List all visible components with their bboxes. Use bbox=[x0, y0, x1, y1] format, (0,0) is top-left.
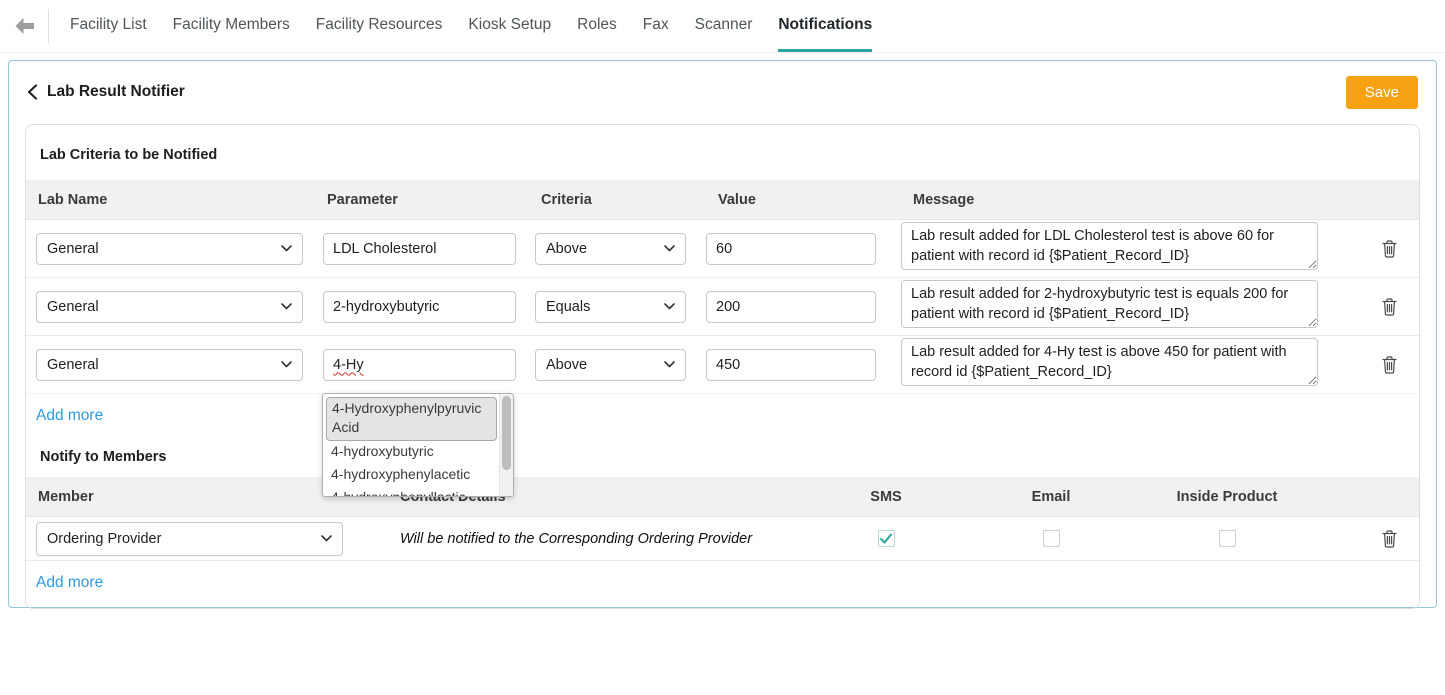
lab-name-select[interactable]: General bbox=[36, 233, 303, 265]
message-textarea[interactable]: Lab result added for 4-Hy test is above … bbox=[901, 338, 1318, 386]
value-input[interactable] bbox=[706, 291, 876, 323]
message-textarea[interactable]: Lab result added for LDL Cholesterol tes… bbox=[901, 222, 1318, 270]
criteria-selected-value: Equals bbox=[546, 299, 590, 315]
nav-divider bbox=[48, 9, 49, 43]
autocomplete-option-highlighted[interactable]: 4-Hydroxyphenylpyruvic Acid bbox=[326, 397, 497, 442]
tab-facility-members[interactable]: Facility Members bbox=[173, 0, 290, 52]
tab-notifications[interactable]: Notifications bbox=[778, 0, 872, 52]
trash-icon[interactable] bbox=[1382, 240, 1397, 258]
notify-members-table: Member Contact Details SMS Email Inside … bbox=[26, 477, 1419, 561]
notifier-form-card: Lab Criteria to be Notified Lab Name Par… bbox=[25, 124, 1420, 609]
autocomplete-option[interactable]: 4-hydroxyphenyllactic bbox=[326, 487, 497, 496]
notify-member-row-1: Ordering Provider Will be notified to th… bbox=[26, 517, 1419, 561]
value-input[interactable] bbox=[706, 349, 876, 381]
add-more-members-link[interactable]: Add more bbox=[36, 574, 103, 592]
tab-fax[interactable]: Fax bbox=[643, 0, 669, 52]
top-navigation: Facility List Facility Members Facility … bbox=[0, 0, 1445, 53]
lab-name-selected-value: General bbox=[47, 299, 99, 315]
lab-criteria-table-header: Lab Name Parameter Criteria Value Messag… bbox=[26, 180, 1419, 220]
parameter-input[interactable] bbox=[323, 233, 516, 265]
chevron-down-icon bbox=[281, 245, 292, 252]
parameter-input[interactable] bbox=[323, 291, 516, 323]
parameter-autocomplete-dropdown: 4-Hydroxyphenylpyruvic Acid 4-hydroxybut… bbox=[322, 393, 514, 497]
tab-scanner[interactable]: Scanner bbox=[695, 0, 753, 52]
page-header: Lab Result Notifier Save bbox=[25, 74, 1420, 110]
tab-facility-resources[interactable]: Facility Resources bbox=[316, 0, 443, 52]
nav-tabs: Facility List Facility Members Facility … bbox=[57, 0, 885, 52]
col-email: Email bbox=[936, 489, 1166, 505]
chevron-down-icon bbox=[664, 245, 675, 252]
tab-roles[interactable]: Roles bbox=[577, 0, 617, 52]
criteria-selected-value: Above bbox=[546, 241, 587, 257]
lab-name-select[interactable]: General bbox=[36, 349, 303, 381]
lab-name-selected-value: General bbox=[47, 357, 99, 373]
col-sms: SMS bbox=[836, 489, 936, 505]
autocomplete-list: 4-Hydroxyphenylpyruvic Acid 4-hydroxybut… bbox=[323, 394, 499, 496]
page-title: Lab Result Notifier bbox=[47, 83, 185, 101]
lab-criteria-row-1: General Above Lab re bbox=[26, 220, 1419, 278]
criteria-selected-value: Above bbox=[546, 357, 587, 373]
trash-icon[interactable] bbox=[1382, 356, 1397, 374]
chevron-down-icon bbox=[281, 361, 292, 368]
criteria-select[interactable]: Above bbox=[535, 233, 686, 265]
chevron-down-icon bbox=[281, 303, 292, 310]
scrollbar-thumb[interactable] bbox=[502, 396, 511, 470]
value-input[interactable] bbox=[706, 233, 876, 265]
col-inside-product: Inside Product bbox=[1166, 489, 1288, 505]
lab-name-select[interactable]: General bbox=[36, 291, 303, 323]
lab-result-notifier-panel: Lab Result Notifier Save Lab Criteria to… bbox=[8, 60, 1437, 608]
criteria-select[interactable]: Above bbox=[535, 349, 686, 381]
member-selected-value: Ordering Provider bbox=[47, 531, 161, 547]
col-message: Message bbox=[901, 192, 1321, 208]
contact-details-note: Will be notified to the Corresponding Or… bbox=[400, 531, 752, 547]
col-lab-name: Lab Name bbox=[26, 192, 323, 208]
trash-icon[interactable] bbox=[1382, 298, 1397, 316]
notify-members-heading: Notify to Members bbox=[40, 449, 1419, 465]
lab-criteria-heading: Lab Criteria to be Notified bbox=[40, 147, 1419, 163]
notify-members-table-header: Member Contact Details SMS Email Inside … bbox=[26, 477, 1419, 517]
inside-product-checkbox[interactable] bbox=[1219, 530, 1236, 547]
lab-criteria-table: Lab Name Parameter Criteria Value Messag… bbox=[26, 180, 1419, 394]
criteria-select[interactable]: Equals bbox=[535, 291, 686, 323]
add-more-criteria-link[interactable]: Add more bbox=[36, 407, 103, 425]
tab-facility-list[interactable]: Facility List bbox=[70, 0, 147, 52]
trash-icon[interactable] bbox=[1382, 530, 1397, 548]
member-select[interactable]: Ordering Provider bbox=[36, 522, 343, 556]
chevron-down-icon bbox=[321, 535, 332, 542]
autocomplete-option[interactable]: 4-hydroxybutyric bbox=[326, 441, 497, 464]
col-criteria: Criteria bbox=[535, 192, 706, 208]
lab-criteria-row-3: General 4-Hy 4-Hydroxyphenylpyruvic Acid… bbox=[26, 336, 1419, 394]
page-background bbox=[0, 608, 1445, 694]
col-value: Value bbox=[706, 192, 901, 208]
message-textarea[interactable]: Lab result added for 2-hydroxybutyric te… bbox=[901, 280, 1318, 328]
back-chevron-icon[interactable] bbox=[27, 84, 38, 100]
save-button[interactable]: Save bbox=[1346, 76, 1418, 109]
parameter-input[interactable]: 4-Hy bbox=[323, 349, 516, 381]
lab-name-selected-value: General bbox=[47, 241, 99, 257]
col-parameter: Parameter bbox=[323, 192, 535, 208]
chevron-down-icon bbox=[664, 303, 675, 310]
chevron-down-icon bbox=[664, 361, 675, 368]
autocomplete-option[interactable]: 4-hydroxyphenylacetic bbox=[326, 464, 497, 487]
back-arrow-icon[interactable] bbox=[0, 0, 48, 52]
lab-criteria-row-2: General Equals Lab r bbox=[26, 278, 1419, 336]
tab-kiosk-setup[interactable]: Kiosk Setup bbox=[468, 0, 551, 52]
email-checkbox[interactable] bbox=[1043, 530, 1060, 547]
parameter-typed-text: 4-Hy bbox=[333, 357, 364, 373]
sms-checkbox[interactable] bbox=[878, 530, 895, 547]
scrollbar[interactable] bbox=[499, 394, 513, 496]
